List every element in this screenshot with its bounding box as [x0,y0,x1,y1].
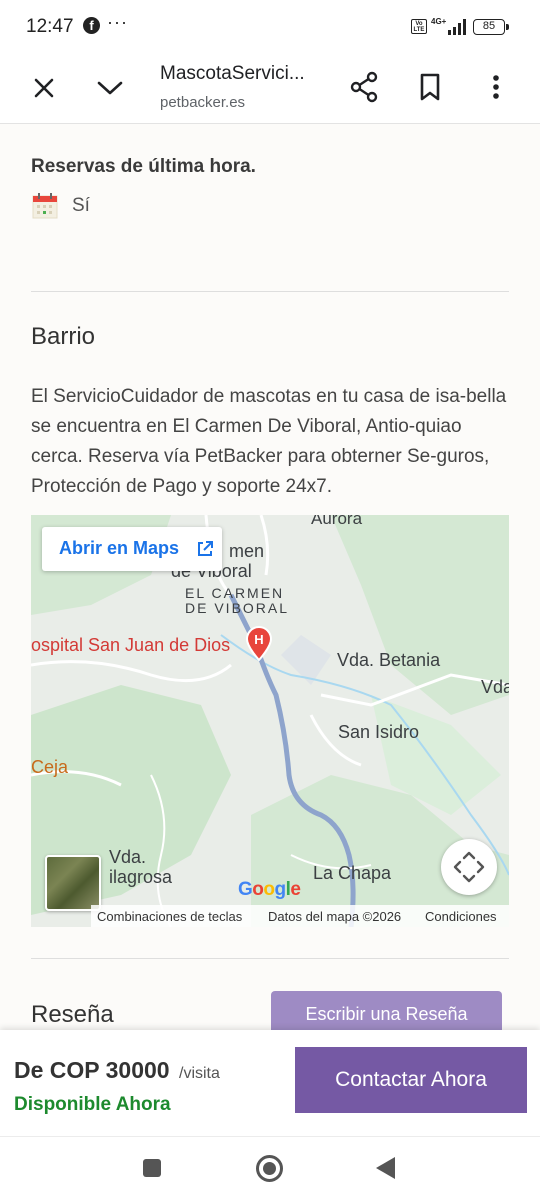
map-footer: Combinaciones de teclas Datos del mapa ©… [91,905,509,927]
hospital-marker-icon[interactable]: H [244,625,274,661]
map-label-carmen-partial: men [229,541,265,561]
network-type: 4G+ [431,17,447,26]
page-url: petbacker.es [160,94,246,111]
last-minute-heading: Reservas de última hora. [31,156,256,177]
satellite-layer-toggle[interactable] [45,855,101,911]
review-heading: Reseña [31,1001,114,1028]
fullscreen-button[interactable] [441,839,497,895]
chevron-down-icon[interactable] [94,72,126,104]
volte-icon: Vo LTE [411,19,427,34]
map-label-hospital: ospital San Juan de Dios [31,635,231,655]
nav-recents-icon[interactable] [143,1159,161,1177]
status-time: 12:47 [26,16,74,37]
embedded-map[interactable]: Aurora men de Viboral EL CARMEN DE VIBOR… [31,515,509,927]
calendar-icon [32,193,58,219]
price-unit: /visita [179,1065,220,1082]
system-nav-bar [0,1136,540,1200]
battery-icon: 85 [473,19,509,35]
fullscreen-icon [453,851,485,883]
browser-toolbar: MascotaServici... petbacker.es [0,52,540,124]
barrio-heading: Barrio [31,323,96,350]
map-label-vda-edge: Vda [481,677,509,697]
share-icon[interactable] [348,70,380,104]
availability-status: Disponible Ahora [14,1094,171,1115]
more-vert-icon[interactable] [480,70,512,104]
section-divider [31,291,509,292]
map-label-san-isidro: San Isidro [338,722,420,742]
map-data-attribution[interactable]: Datos del mapa ©2026 [268,909,401,924]
open-in-maps-label: Abrir en Maps [59,538,180,558]
close-icon[interactable] [28,72,60,104]
map-label-town-line-1: EL CARMEN [185,585,285,601]
booking-bar: De COP 30000 /visita Disponible Ahora Co… [0,1030,540,1136]
terms-link[interactable]: Condiciones [425,909,497,924]
nav-back-icon[interactable] [376,1157,395,1179]
facebook-icon: f [83,17,100,34]
signal-icon [448,19,466,35]
contact-now-button[interactable]: Contactar Ahora [295,1047,527,1113]
map-label-vda-betania: Vda. Betania [337,650,441,670]
map-label-la-chapa: La Chapa [313,863,392,883]
nav-home-icon[interactable] [256,1155,283,1182]
last-minute-value: Sí [72,195,90,216]
map-background [31,515,509,927]
barrio-description: El ServicioCuidador de mascotas en tu ca… [31,386,507,497]
page-title: MascotaServici... [160,63,305,84]
svg-text:H: H [254,632,263,647]
map-label-ceja: Ceja [31,757,69,777]
map-label-vda-milagrosa: Vda. [109,847,147,867]
price: De COP 30000 [14,1057,170,1083]
bookmark-icon[interactable] [414,70,446,104]
keyboard-shortcuts-link[interactable]: Combinaciones de teclas [97,909,242,924]
map-label-milagrosa: ilagrosa [109,867,173,887]
external-link-icon [198,541,213,556]
open-in-maps-button[interactable]: Abrir en Maps [42,527,222,571]
status-bar: 12:47 f ··· Vo LTE 4G+ 85 [0,0,540,52]
status-more-icon: ··· [107,12,128,32]
map-label-town-line-2: DE VIBORAL [185,600,290,616]
section-divider [31,958,509,959]
map-label-aurora: Aurora [311,515,363,528]
google-logo: Google [238,879,301,900]
